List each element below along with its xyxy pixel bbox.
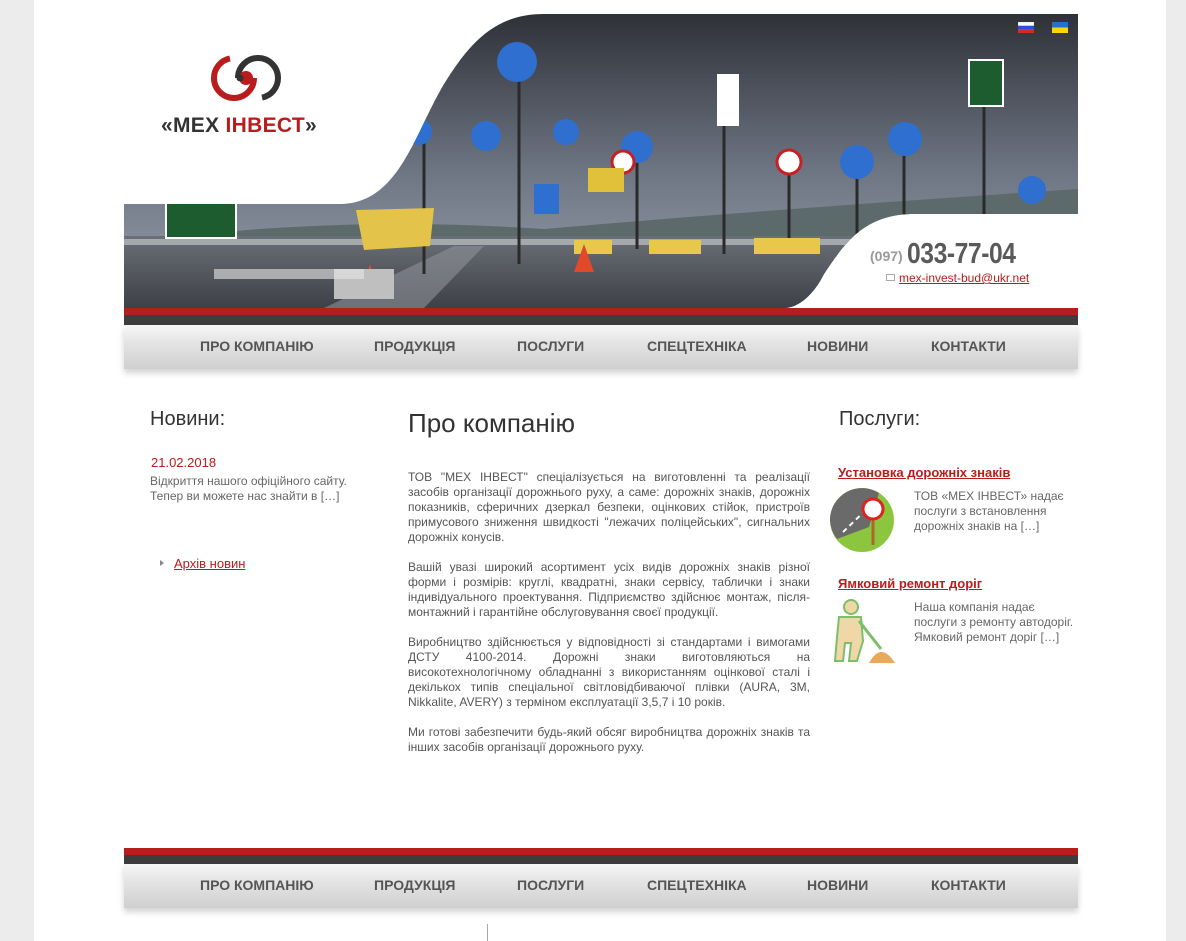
service-title: Ямковий ремонт доріг	[838, 576, 982, 591]
footer-nav-item-news[interactable]: НОВИНИ	[807, 877, 868, 893]
services-heading: Послуги:	[839, 408, 921, 430]
phone-code: (097)	[870, 248, 903, 264]
service-title: Установка дорожніх знаків	[838, 465, 1010, 480]
nav-item-about[interactable]: ПРО КОМПАНІЮ	[200, 338, 314, 354]
about-paragraph: Вашій увазі широкий асортимент усіх виді…	[408, 560, 810, 619]
footer-nav-item-about[interactable]: ПРО КОМПАНІЮ	[200, 877, 314, 893]
service-link-sign-install[interactable]: Установка дорожніх знаків	[838, 465, 1010, 480]
footer-nav-item-contacts[interactable]: КОНТАКТИ	[931, 877, 1006, 893]
about-paragraph: Виробництво здійснюється у відповідності…	[408, 635, 810, 709]
news-excerpt: Відкриття нашого офіційного сайту. Тепер…	[150, 474, 347, 503]
news-heading: Новини:	[150, 408, 226, 430]
footer-nav-item-services[interactable]: ПОСЛУГИ	[517, 877, 584, 893]
footer-nav-item-products[interactable]: ПРОДУКЦІЯ	[374, 877, 456, 893]
service-link-pothole-repair[interactable]: Ямковий ремонт доріг	[838, 576, 982, 591]
arrow-right-icon	[160, 560, 164, 566]
ukrainian-flag-icon[interactable]	[1052, 22, 1068, 33]
bottom-red-stripe	[124, 848, 1078, 855]
page: «МЕХ ІНВЕСТ» (097) 033-77-04 mex-invest-…	[34, 0, 1166, 941]
nav-item-contacts[interactable]: КОНТАКТИ	[931, 338, 1006, 354]
top-navigation: ПРО КОМПАНІЮ ПРОДУКЦІЯ ПОСЛУГИ СПЕЦТЕХНІ…	[124, 325, 1078, 369]
nav-item-services[interactable]: ПОСЛУГИ	[517, 338, 584, 354]
nav-item-machinery[interactable]: СПЕЦТЕХНІКА	[647, 338, 747, 354]
header-banner: «МЕХ ІНВЕСТ» (097) 033-77-04 mex-invest-…	[124, 14, 1078, 308]
road-worker-icon[interactable]	[829, 597, 895, 663]
archive-link[interactable]: Архів новин	[174, 556, 245, 571]
russian-flag-icon[interactable]	[1018, 22, 1034, 33]
email-link[interactable]: mex-invest-bud@ukr.net	[899, 271, 1029, 285]
about-paragraph: Ми готові забезпечити будь-який обсяг ви…	[408, 725, 810, 754]
email-contact: mex-invest-bud@ukr.net	[886, 271, 1029, 285]
top-red-stripe	[124, 308, 1078, 315]
logo-text: «МЕХ ІНВЕСТ»	[161, 114, 317, 138]
news-archive: Архів новин	[160, 556, 245, 571]
bottom-navigation: ПРО КОМПАНІЮ ПРОДУКЦІЯ ПОСЛУГИ СПЕЦТЕХНІ…	[124, 864, 1078, 908]
news-date: 21.02.2018	[151, 455, 217, 470]
nav-item-news[interactable]: НОВИНИ	[807, 338, 868, 354]
page-title: Про компанію	[408, 408, 576, 438]
about-text: ТОВ "МЕХ ІНВЕСТ" спеціалізується на виго…	[408, 470, 810, 770]
service-excerpt: Наша компанія надає послуги з ремонту ав…	[914, 600, 1074, 644]
envelope-icon	[886, 274, 895, 281]
nav-item-products[interactable]: ПРОДУКЦІЯ	[374, 338, 456, 354]
logo-suffix: »	[304, 114, 317, 137]
logo-icon	[211, 55, 281, 101]
footer-divider	[487, 924, 488, 941]
top-dark-stripe	[124, 315, 1078, 325]
logo-prefix: «МЕХ	[161, 114, 226, 137]
logo-accent: ІНВЕСТ	[225, 114, 305, 137]
service-excerpt: ТОВ «МЕХ ІНВЕСТ» надає послуги з встанов…	[914, 489, 1064, 533]
phone-digits: 033-77-04	[907, 238, 1016, 270]
about-paragraph: ТОВ "МЕХ ІНВЕСТ" спеціалізується на виго…	[408, 470, 810, 544]
phone-number: (097) 033-77-04	[870, 238, 1035, 271]
footer-nav-item-machinery[interactable]: СПЕЦТЕХНІКА	[647, 877, 747, 893]
road-sign-install-icon[interactable]	[829, 487, 895, 553]
